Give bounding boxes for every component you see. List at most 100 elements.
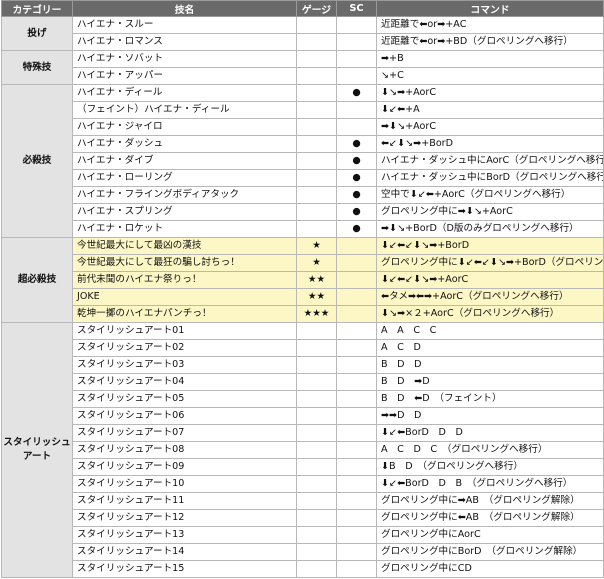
gauge-cell <box>296 543 337 561</box>
table-row: （フェイント）ハイエナ・ディール ⬇↙⬅+A <box>2 101 604 119</box>
move-list-body: 投げ ハイエナ・スルー 近距離で⬅or➡+AC ハイエナ・ロマンス 近距離で⬅or➡+B… <box>1 16 604 578</box>
sc-cell <box>336 407 377 425</box>
sc-cell: ● <box>336 152 377 170</box>
command-cell: ⬇↙⬅BorD D B （グロペリングへ移行） <box>376 475 604 493</box>
table-row: スタイリッシュアート03 B D D <box>2 356 604 374</box>
command-cell: 近距離で⬅or➡+BD（グロペリングへ移行） <box>376 33 604 51</box>
table-row: ハイエナ・スプリング ● グロペリング中に➡⬇↘+AorC <box>2 203 604 221</box>
command-cell: グロペリング中に➡⬇↘+AorC <box>376 203 604 221</box>
command-cell: ⬇↙⬅↙⬇↘➡+AorC <box>376 271 604 289</box>
command-cell: ➡+B <box>376 50 604 68</box>
move-name-cell: スタイリッシュアート04 <box>72 373 297 391</box>
command-cell: グロペリング中に⬇↙⬅↙⬇↘➡+BorD（グロペリング解除） <box>376 254 604 272</box>
table-row: スタイリッシュアート09 ⬇B D （グロペリングへ移行） <box>2 458 604 476</box>
table-row: スタイリッシュアート10 ⬇↙⬅BorD D B （グロペリングへ移行） <box>2 475 604 493</box>
command-cell: ⬇↘➡×２+AorC（グロペリングへ移行） <box>376 305 604 323</box>
table-row: スタイリッシュアート13 グロペリング中にAorC <box>2 526 604 544</box>
gauge-cell <box>296 101 337 119</box>
command-cell: ⬇B D （グロペリングへ移行） <box>376 458 604 476</box>
sc-cell <box>336 254 377 272</box>
sc-cell: ● <box>336 220 377 238</box>
gauge-cell <box>296 322 337 340</box>
header-category: カテゴリー <box>1 0 73 17</box>
header-gauge: ゲージ <box>296 0 337 17</box>
sc-cell: ● <box>336 203 377 221</box>
sc-cell <box>336 67 377 85</box>
gauge-cell: ★★★ <box>296 305 337 323</box>
category-cell: 特殊技 <box>1 50 73 85</box>
gauge-cell <box>296 475 337 493</box>
table-row: スタイリッシュアート02 A C D <box>2 339 604 357</box>
command-cell: グロペリング中にBorD （グロペリング解除） <box>376 543 604 561</box>
gauge-cell <box>296 220 337 238</box>
command-cell: ⬇↘➡+AorC <box>376 84 604 102</box>
command-cell: グロペリング中に➡AB （グロペリング解除） <box>376 492 604 510</box>
move-name-cell: スタイリッシュアート05 <box>72 390 297 408</box>
table-row: ハイエナ・ローリング ● ハイエナ・ダッシュ中にBorD（グロペリングへ移行） <box>2 169 604 187</box>
move-name-cell: スタイリッシュアート15 <box>72 560 297 578</box>
gauge-cell <box>296 526 337 544</box>
table-row: 超必殺技 今世紀最大にして最凶の漢技 ★ ⬇↙⬅↙⬇↘➡+BorD <box>1 237 604 323</box>
gauge-cell <box>296 152 337 170</box>
table-row: スタイリッシュアート06 ➡➡D D <box>2 407 604 425</box>
gauge-cell <box>296 169 337 187</box>
gauge-cell <box>296 373 337 391</box>
command-cell: 近距離で⬅or➡+AC <box>376 16 604 34</box>
command-cell: A A C C <box>376 322 604 340</box>
sc-cell <box>336 373 377 391</box>
command-cell: グロペリング中にCD <box>376 560 604 578</box>
header-row: カテゴリー 技名 ゲージ SC コマンド <box>1 0 604 17</box>
header-sc: SC <box>336 0 377 17</box>
gauge-cell <box>296 135 337 153</box>
sc-cell <box>336 526 377 544</box>
move-name-cell: スタイリッシュアート03 <box>72 356 297 374</box>
move-name-cell: スタイリッシュアート02 <box>72 339 297 357</box>
sc-cell <box>336 458 377 476</box>
move-name-cell: スタイリッシュアート10 <box>72 475 297 493</box>
move-name-cell: ハイエナ・スルー <box>72 16 297 34</box>
command-cell: グロペリング中にAorC <box>376 526 604 544</box>
sc-cell: ● <box>336 84 377 102</box>
category-cell: 超必殺技 <box>1 237 73 323</box>
table-row: スタイリッシュアート04 B D ➡D <box>2 373 604 391</box>
command-cell: ➡➡D D <box>376 407 604 425</box>
table-row: JOKE ★★ ⬅タメ➡⬅➡+AorC（グロペリングへ移行） <box>2 288 604 306</box>
move-name-cell: ハイエナ・ディール <box>72 84 297 102</box>
move-list-table: カテゴリー 技名 ゲージ SC コマンド 投げ ハイエナ・スルー 近距離で⬅or➡+… <box>1 0 604 578</box>
table-row: ハイエナ・ダッシュ ● ⬅↙⬇↘➡+BorD <box>2 135 604 153</box>
sc-cell <box>336 492 377 510</box>
sc-cell: ● <box>336 135 377 153</box>
command-cell: ハイエナ・ダッシュ中にBorD（グロペリングへ移行） <box>376 169 604 187</box>
gauge-cell <box>296 492 337 510</box>
gauge-cell <box>296 118 337 136</box>
table-row: スタイリッシュアート05 B D ⬅D （フェイント） <box>2 390 604 408</box>
command-cell: ➡⬇↘+AorC <box>376 118 604 136</box>
table-row: 必殺技 ハイエナ・ディール ● ⬇↘➡+AorC <box>1 84 604 238</box>
command-cell: ハイエナ・ダッシュ中にAorC（グロペリングへ移行） <box>376 152 604 170</box>
header-command: コマンド <box>376 0 604 17</box>
sc-cell: ● <box>336 186 377 204</box>
sc-cell <box>336 237 377 255</box>
gauge-cell <box>296 84 337 102</box>
gauge-cell <box>296 50 337 68</box>
move-name-cell: ハイエナ・ロマンス <box>72 33 297 51</box>
move-name-cell: ハイエナ・ロケット <box>72 220 297 238</box>
move-name-cell: スタイリッシュアート11 <box>72 492 297 510</box>
gauge-cell <box>296 186 337 204</box>
table-row: 今世紀最大にして最狂の騙し討ちっ！ ★ グロペリング中に⬇↙⬅↙⬇↘➡+BorD（グ… <box>2 254 604 272</box>
gauge-cell <box>296 509 337 527</box>
move-name-cell: スタイリッシュアート07 <box>72 424 297 442</box>
sc-cell <box>336 475 377 493</box>
sc-cell <box>336 288 377 306</box>
sc-cell <box>336 16 377 34</box>
move-name-cell: スタイリッシュアート08 <box>72 441 297 459</box>
move-name-cell: ハイエナ・ダイブ <box>72 152 297 170</box>
sc-cell <box>336 305 377 323</box>
move-name-cell: スタイリッシュアート01 <box>72 322 297 340</box>
command-cell: ⬇↙⬅+A <box>376 101 604 119</box>
table-row: スタイリッシュアート14 グロペリング中にBorD （グロペリング解除） <box>2 543 604 561</box>
gauge-cell <box>296 67 337 85</box>
gauge-cell <box>296 407 337 425</box>
move-name-cell: 今世紀最大にして最狂の騙し討ちっ！ <box>72 254 297 272</box>
move-name-cell: ハイエナ・フライングボディアタック <box>72 186 297 204</box>
